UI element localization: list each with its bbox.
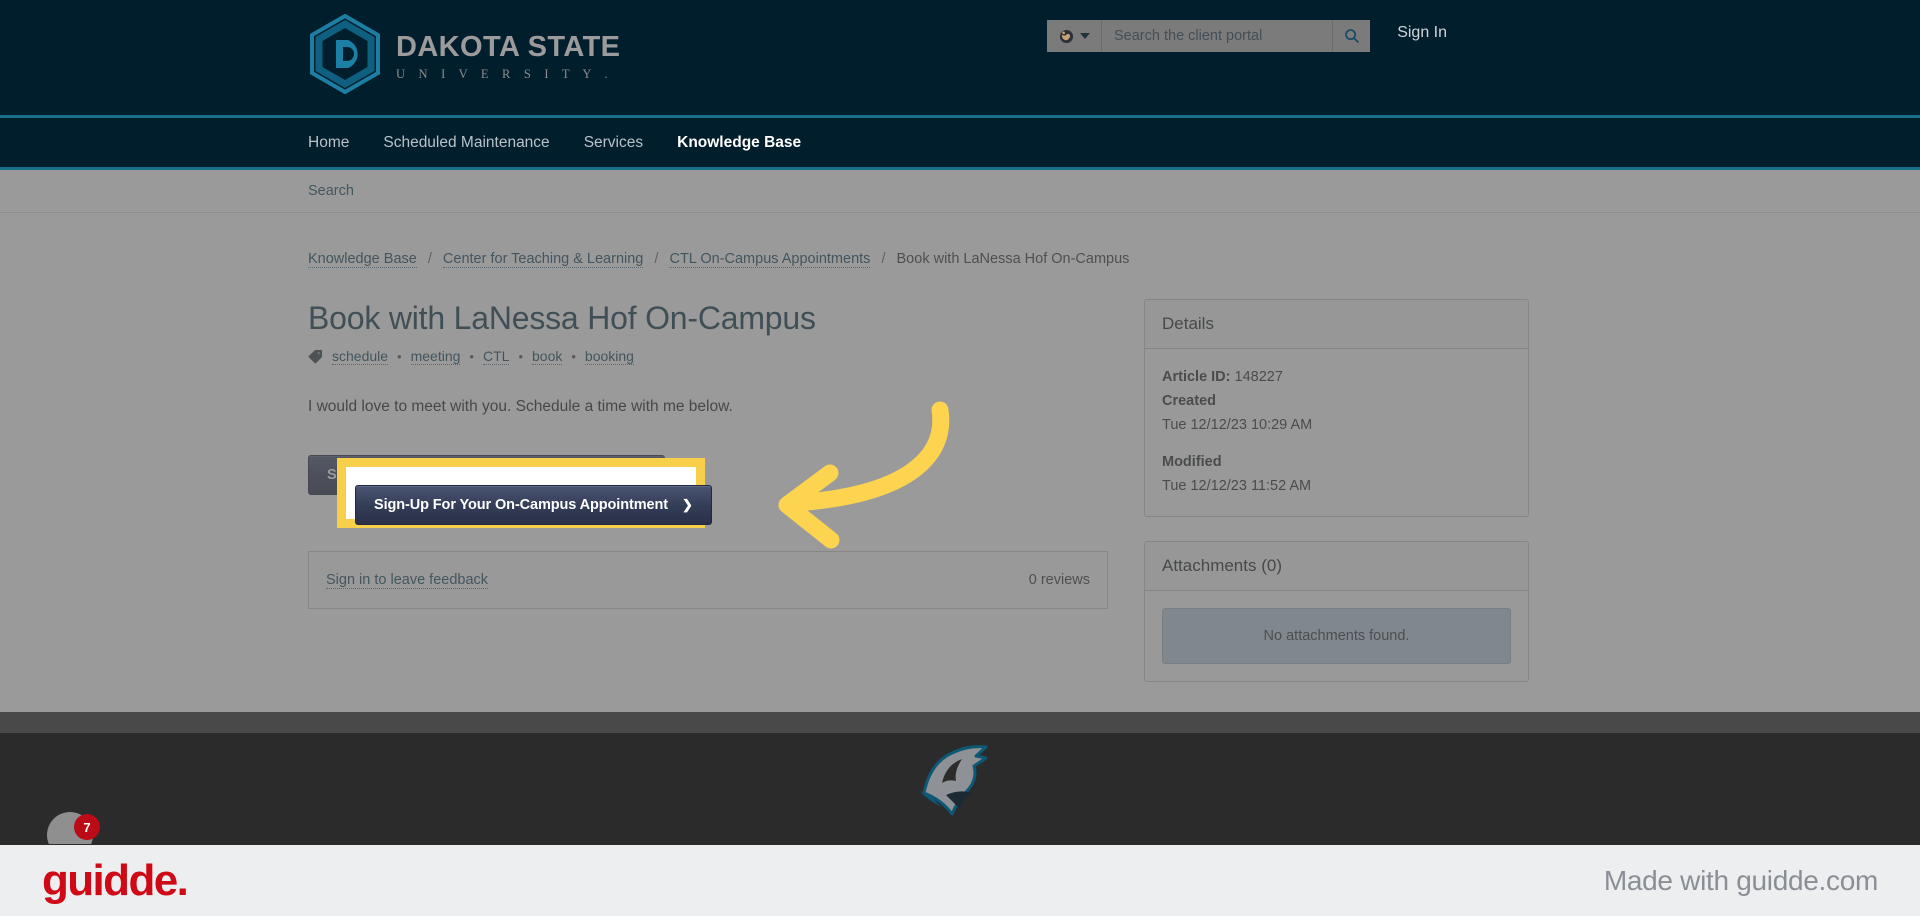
- article-body-text: I would love to meet with you. Schedule …: [308, 398, 733, 416]
- tag-icon: [308, 350, 323, 364]
- logo-subtitle: U N I V E R S I T Y .: [396, 66, 613, 81]
- breadcrumb-link-ctl-on-campus-appointments[interactable]: CTL On-Campus Appointments: [669, 251, 871, 268]
- guidde-logo: guidde.: [42, 855, 189, 905]
- secondary-navigation: Search: [0, 170, 1920, 213]
- created-label: Created: [1162, 392, 1216, 409]
- article-id-label: Article ID:: [1162, 369, 1231, 385]
- search-input[interactable]: [1102, 20, 1332, 52]
- created-value: Tue 12/12/23 10:29 AM: [1162, 416, 1313, 433]
- no-attachments-message: No attachments found.: [1162, 607, 1511, 664]
- modified-value: Tue 12/12/23 11:52 AM: [1162, 477, 1312, 494]
- notification-badge-fragment: 7: [47, 812, 101, 844]
- article-tags: schedule • meeting • CTL • book • bookin…: [308, 348, 1108, 366]
- curved-left-arrow-icon: [778, 401, 950, 549]
- subnav-item-search[interactable]: Search: [308, 183, 354, 199]
- details-panel-title: Details: [1145, 300, 1528, 349]
- search-icon: [1344, 29, 1359, 44]
- sign-up-appointment-label: Sign-Up For Your On-Campus Appointment: [374, 497, 668, 513]
- article-id-row: Article ID: 148227: [1162, 366, 1511, 390]
- nav-item-scheduled-maintenance[interactable]: Scheduled Maintenance: [366, 117, 566, 169]
- made-with-guidde-label: Made with guidde.com: [1603, 864, 1878, 896]
- highlighted-cta-copy: Sign-Up For Your On-Campus Appointment ❯: [355, 485, 712, 525]
- trojan-helmet-mascot-icon: [918, 744, 988, 815]
- globe-icon: [1059, 29, 1073, 43]
- breadcrumb-current: Book with LaNessa Hof On-Campus: [896, 251, 1130, 267]
- site-footer: [0, 712, 1920, 845]
- guidde-branding-bar: guidde. Made with guidde.com: [0, 845, 1920, 916]
- breadcrumb: Knowledge Base / Center for Teaching & L…: [308, 213, 1612, 268]
- tag-ctl[interactable]: CTL: [482, 348, 510, 366]
- nav-item-home[interactable]: Home: [308, 117, 366, 169]
- site-logo[interactable]: DAKOTA STATE U N I V E R S I T Y .: [308, 14, 620, 94]
- chevron-down-icon: [1079, 33, 1090, 39]
- sign-in-link[interactable]: Sign In: [1397, 24, 1447, 42]
- modified-label: Modified: [1162, 453, 1222, 470]
- dsu-hexagon-d-logo-icon: [310, 14, 380, 94]
- breadcrumb-link-knowledge-base[interactable]: Knowledge Base: [308, 251, 417, 268]
- page-title: Book with LaNessa Hof On-Campus: [308, 300, 816, 336]
- tag-separator: •: [571, 349, 576, 365]
- search-scope-dropdown[interactable]: [1047, 20, 1102, 52]
- chevron-right-icon: ❯: [681, 497, 693, 512]
- tag-separator: •: [397, 349, 402, 365]
- logo-title: DAKOTA STATE: [396, 30, 621, 63]
- attachments-panel-title: Attachments (0): [1145, 541, 1528, 591]
- reviews-count: 0 reviews: [1028, 572, 1090, 589]
- screenshot-root: DAKOTA STATE U N I V E R S I T Y . Searc…: [0, 0, 1920, 916]
- badge-count: 7: [74, 814, 100, 840]
- tag-separator: •: [518, 349, 523, 365]
- tag-booking[interactable]: booking: [584, 348, 634, 366]
- site-masthead: DAKOTA STATE U N I V E R S I T Y . Searc…: [0, 0, 1920, 118]
- breadcrumb-separator: /: [881, 251, 886, 267]
- article-id-value: 148227: [1234, 369, 1283, 385]
- sign-in-to-leave-feedback-link[interactable]: Sign in to leave feedback: [326, 572, 489, 589]
- attachments-panel: Attachments (0) No attachments found.: [1144, 540, 1529, 682]
- sidebar-column: Details Article ID: 148227 Created Tue 1…: [1144, 299, 1529, 682]
- tag-book[interactable]: book: [532, 348, 563, 366]
- tag-schedule[interactable]: schedule: [332, 348, 389, 366]
- breadcrumb-link-center-for-teaching-learning[interactable]: Center for Teaching & Learning: [442, 251, 644, 268]
- breadcrumb-separator: /: [427, 251, 432, 267]
- search-submit-button[interactable]: [1332, 20, 1370, 52]
- feedback-bar: Sign in to leave feedback 0 reviews: [308, 551, 1108, 610]
- primary-navigation: Home Scheduled Maintenance Services Know…: [0, 118, 1920, 170]
- details-panel: Details Article ID: 148227 Created Tue 1…: [1144, 299, 1529, 517]
- breadcrumb-separator: /: [654, 251, 659, 267]
- sign-up-appointment-button-highlighted[interactable]: Sign-Up For Your On-Campus Appointment ❯: [355, 485, 712, 525]
- portal-search: [1047, 20, 1370, 52]
- tag-separator: •: [469, 349, 474, 365]
- tag-meeting[interactable]: meeting: [410, 348, 461, 366]
- nav-item-knowledge-base[interactable]: Knowledge Base: [660, 117, 818, 169]
- nav-item-services[interactable]: Services: [567, 117, 660, 169]
